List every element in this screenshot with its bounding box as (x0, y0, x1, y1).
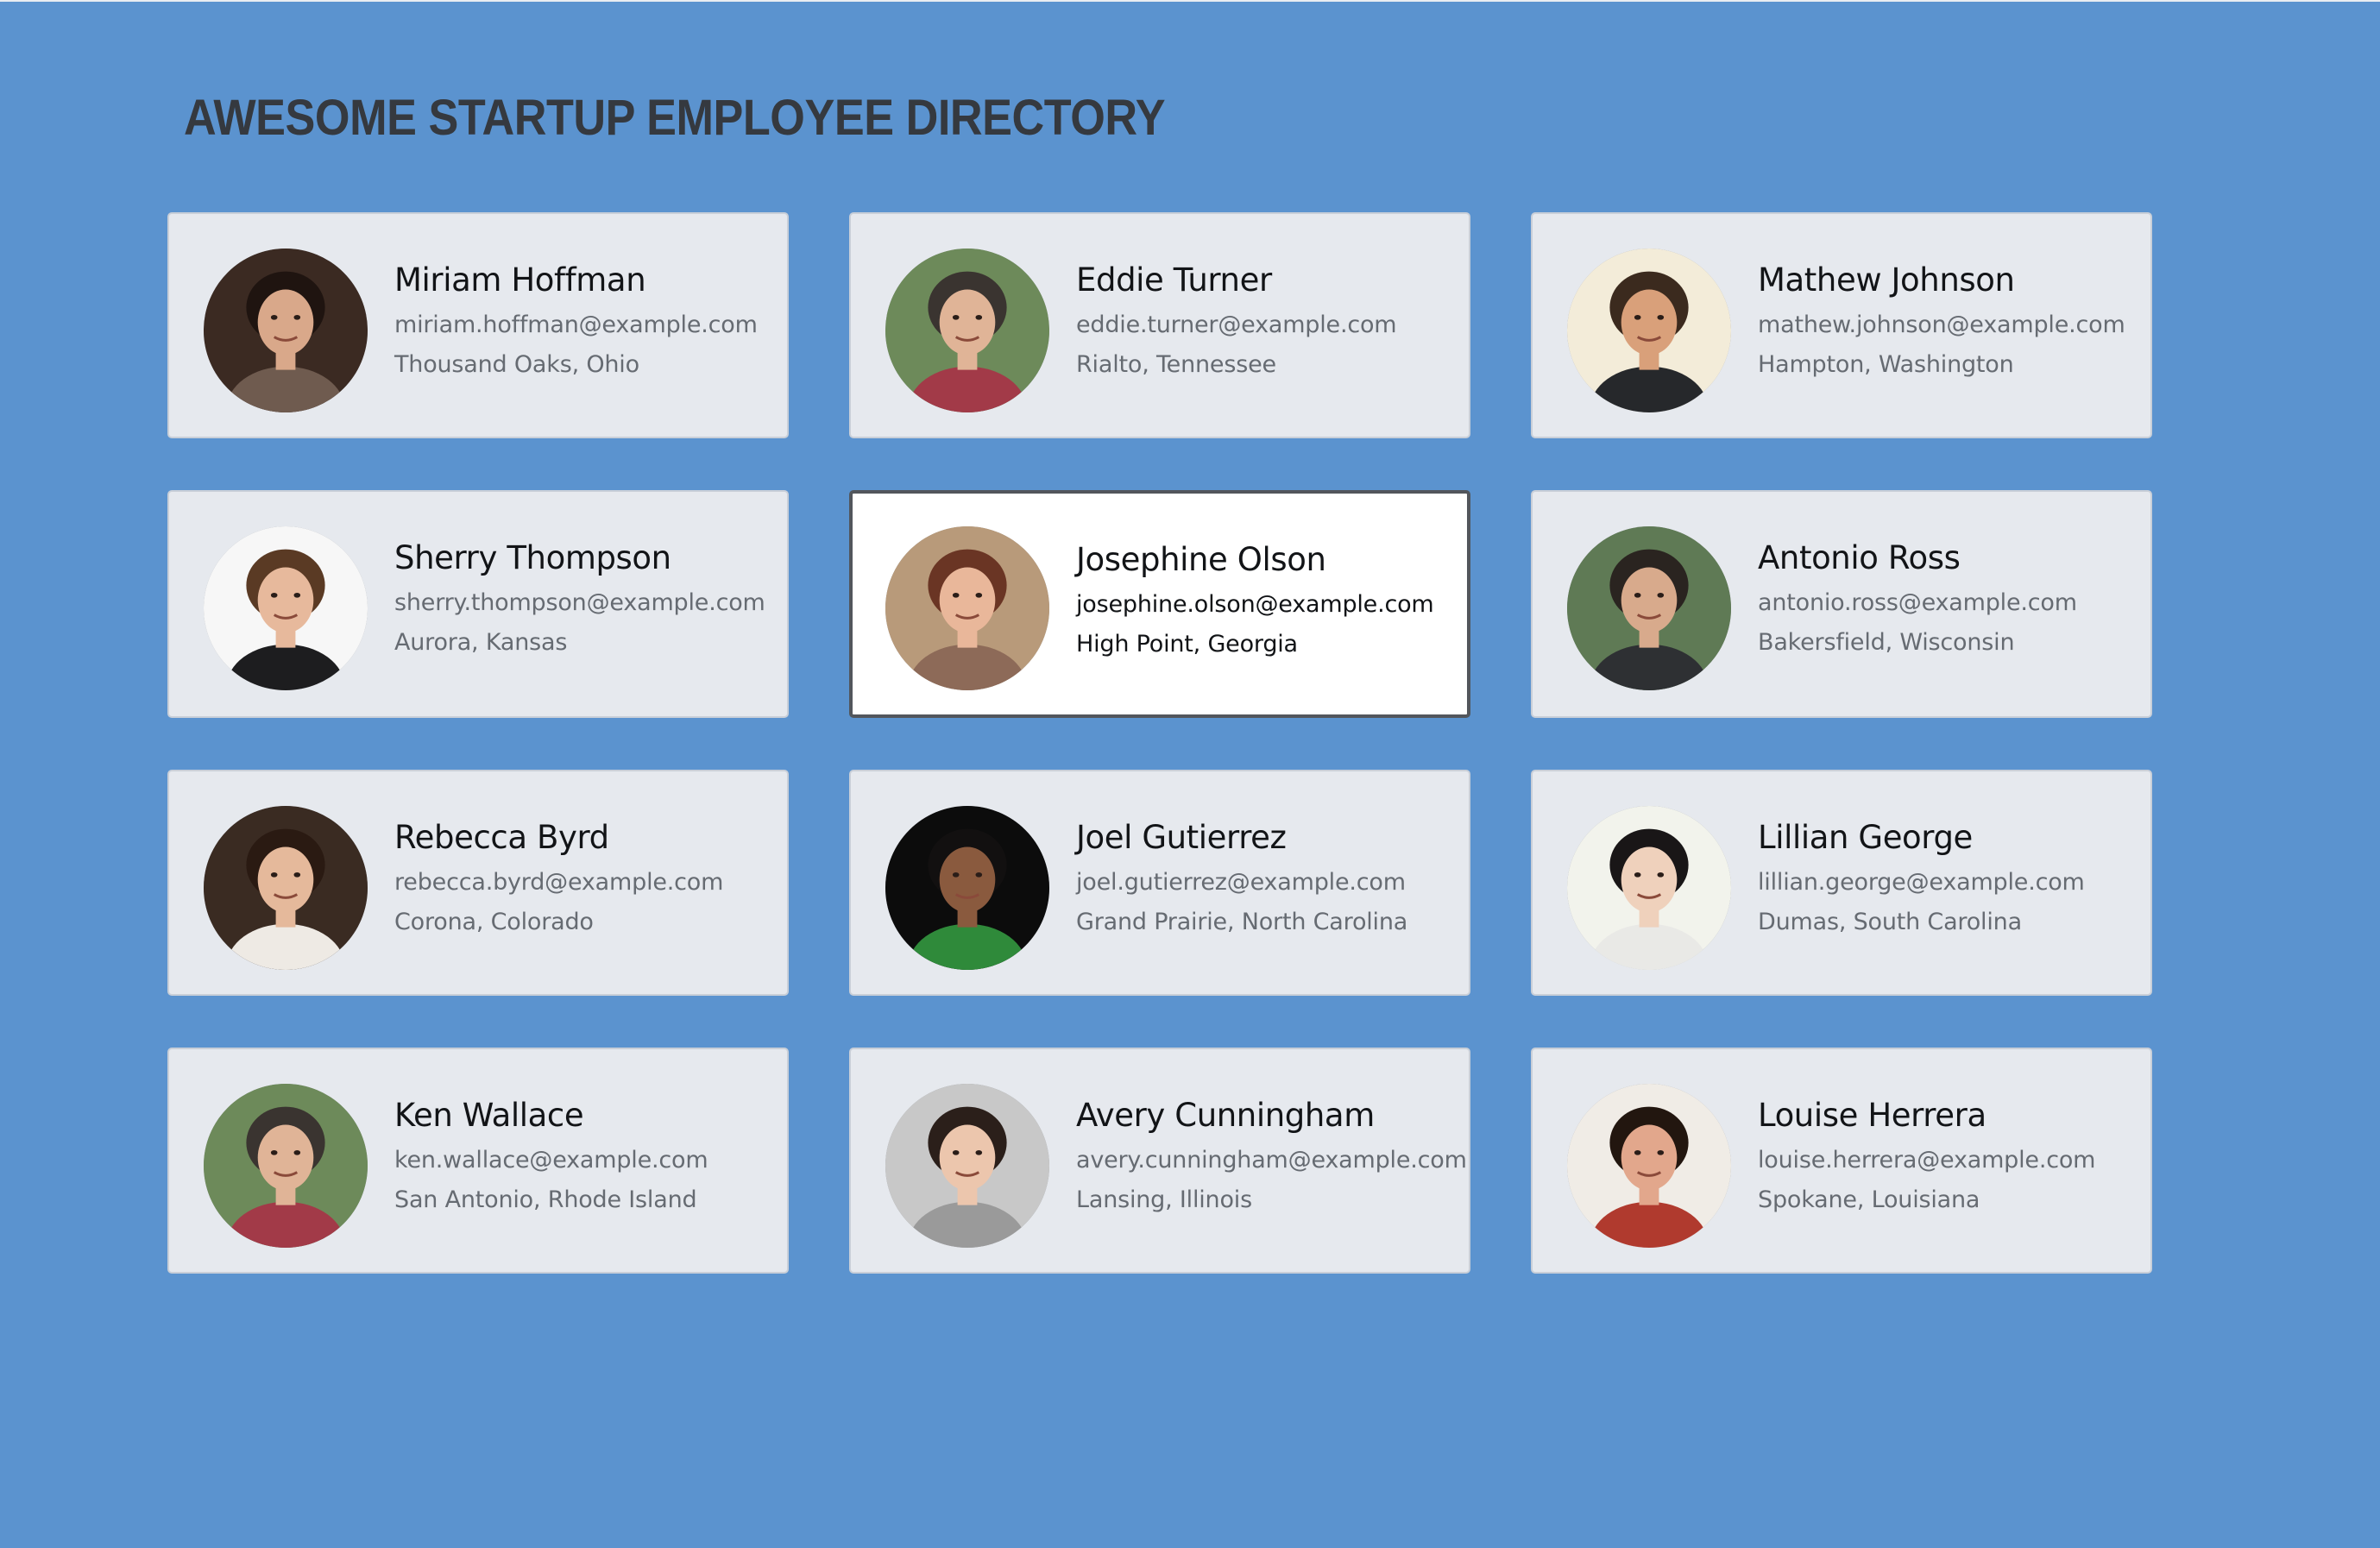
employee-location: Corona, Colorado (394, 909, 594, 935)
employee-email: rebecca.byrd@example.com (394, 869, 724, 896)
employee-info: Rebecca Byrd rebecca.byrd@example.com Coro… (394, 815, 783, 942)
employee-card[interactable]: Miriam Hoffman miriam.hoffman@example.com… (167, 212, 789, 438)
employee-location: San Antonio, Rhode Island (394, 1186, 697, 1213)
employee-avatar (204, 249, 368, 412)
employee-avatar (1567, 1084, 1731, 1248)
employee-location: Rialto, Tennessee (1076, 351, 1276, 378)
employee-info: Joel Gutierrez joel.gutierrez@example.com… (1076, 815, 1464, 942)
employee-avatar (885, 1084, 1049, 1248)
employee-avatar (204, 1084, 368, 1248)
employee-info: Josephine Olson josephine.olson@example.c… (1076, 537, 1464, 664)
employee-email: mathew.johnson@example.com (1758, 311, 2125, 338)
employee-avatar (1567, 526, 1731, 690)
employee-email: sherry.thompson@example.com (394, 589, 765, 616)
employee-location: Spokane, Louisiana (1758, 1186, 1980, 1213)
employee-location: Aurora, Kansas (394, 629, 568, 656)
employee-location: Dumas, South Carolina (1758, 909, 2022, 935)
employee-card[interactable]: Avery Cunningham avery.cunningham@example… (849, 1048, 1470, 1274)
employee-name: Eddie Turner (1076, 261, 1272, 299)
employee-email: miriam.hoffman@example.com (394, 311, 758, 338)
employee-avatar (885, 526, 1049, 690)
employee-name: Miriam Hoffman (394, 261, 646, 299)
employee-card[interactable]: Antonio Ross antonio.ross@example.com Bake… (1531, 490, 2152, 718)
employee-avatar (1567, 806, 1731, 970)
employee-location: Lansing, Illinois (1076, 1186, 1252, 1213)
employee-email: eddie.turner@example.com (1076, 311, 1397, 338)
employee-card[interactable]: Rebecca Byrd rebecca.byrd@example.com Coro… (167, 770, 789, 996)
page-title: AWESOME STARTUP EMPLOYEE DIRECTORY (184, 90, 1166, 146)
employee-avatar (885, 249, 1049, 412)
employee-card[interactable]: Joel Gutierrez joel.gutierrez@example.com… (849, 770, 1470, 996)
employee-name: Antonio Ross (1758, 539, 1961, 576)
employee-info: Louise Herrera louise.herrera@example.com… (1758, 1092, 2146, 1220)
employee-card[interactable]: Lillian George lillian.george@example.com… (1531, 770, 2152, 996)
employee-email: josephine.olson@example.com (1076, 591, 1434, 618)
employee-name: Avery Cunningham (1076, 1097, 1375, 1134)
employee-name: Ken Wallace (394, 1097, 584, 1134)
employee-card[interactable]: Ken Wallace ken.wallace@example.com San An… (167, 1048, 789, 1274)
employee-name: Joel Gutierrez (1076, 819, 1287, 856)
employee-email: antonio.ross@example.com (1758, 589, 2077, 616)
top-border (0, 0, 2380, 2)
employee-card[interactable]: Eddie Turner eddie.turner@example.com Rial… (849, 212, 1470, 438)
employee-location: Grand Prairie, North Carolina (1076, 909, 1408, 935)
employee-card[interactable]: Mathew Johnson mathew.johnson@example.com… (1531, 212, 2152, 438)
employee-location: Hampton, Washington (1758, 351, 2014, 378)
employee-name: Josephine Olson (1076, 541, 1326, 578)
employee-name: Mathew Johnson (1758, 261, 2015, 299)
employee-email: louise.herrera@example.com (1758, 1147, 2096, 1174)
employee-avatar (204, 806, 368, 970)
employee-name: Rebecca Byrd (394, 819, 609, 856)
employee-email: lillian.george@example.com (1758, 869, 2085, 896)
employee-avatar (1567, 249, 1731, 412)
employee-location: Bakersfield, Wisconsin (1758, 629, 2015, 656)
employee-name: Sherry Thompson (394, 539, 671, 576)
employee-info: Avery Cunningham avery.cunningham@example… (1076, 1092, 1467, 1220)
employee-info: Sherry Thompson sherry.thompson@example.c… (394, 535, 783, 663)
employee-card[interactable]: Sherry Thompson sherry.thompson@example.c… (167, 490, 789, 718)
employee-email: joel.gutierrez@example.com (1076, 869, 1406, 896)
employee-location: High Point, Georgia (1076, 631, 1298, 658)
employee-email: ken.wallace@example.com (394, 1147, 708, 1174)
employee-card[interactable]: Josephine Olson josephine.olson@example.c… (849, 490, 1470, 718)
employee-info: Miriam Hoffman miriam.hoffman@example.com… (394, 257, 783, 385)
employee-info: Lillian George lillian.george@example.com… (1758, 815, 2146, 942)
employee-location: Thousand Oaks, Ohio (394, 351, 639, 378)
employee-name: Lillian George (1758, 819, 1973, 856)
employee-info: Ken Wallace ken.wallace@example.com San An… (394, 1092, 783, 1220)
employee-info: Antonio Ross antonio.ross@example.com Bake… (1758, 535, 2146, 663)
employee-grid: Miriam Hoffman miriam.hoffman@example.com… (167, 212, 2153, 1274)
employee-email: avery.cunningham@example.com (1076, 1147, 1467, 1174)
employee-avatar (885, 806, 1049, 970)
employee-avatar (204, 526, 368, 690)
employee-name: Louise Herrera (1758, 1097, 1986, 1134)
employee-card[interactable]: Louise Herrera louise.herrera@example.com… (1531, 1048, 2152, 1274)
employee-info: Eddie Turner eddie.turner@example.com Rial… (1076, 257, 1464, 385)
employee-info: Mathew Johnson mathew.johnson@example.com… (1758, 257, 2146, 385)
